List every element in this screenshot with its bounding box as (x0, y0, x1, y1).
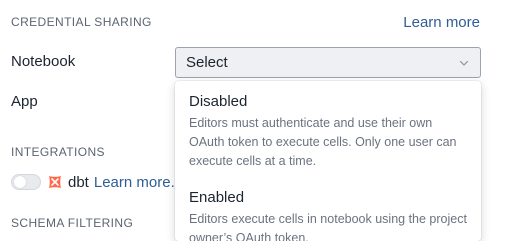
notebook-label: Notebook (11, 53, 76, 70)
notebook-credential-select[interactable]: Select (175, 47, 481, 78)
chevron-down-icon (458, 57, 470, 69)
dbt-learn-more-link[interactable]: Learn more. (94, 174, 175, 191)
section-heading-integrations: INTEGRATIONS (11, 145, 105, 159)
option-title: Enabled (189, 189, 245, 206)
section-heading-credential-sharing: CREDENTIAL SHARING (11, 15, 152, 29)
section-heading-schema-filtering: SCHEMA FILTERING (11, 216, 134, 230)
dbt-icon (47, 174, 63, 190)
option-enabled[interactable]: Enabled Editors execute cells in noteboo… (189, 188, 467, 241)
credential-dropdown-menu: Disabled Editors must authenticate and u… (175, 81, 481, 241)
dbt-toggle[interactable] (11, 174, 41, 190)
option-title: Disabled (189, 93, 248, 110)
toggle-knob (14, 176, 26, 188)
learn-more-link[interactable]: Learn more (403, 14, 480, 31)
app-label: App (11, 93, 38, 110)
dbt-name: dbt (68, 173, 89, 191)
select-value: Select (186, 54, 228, 71)
option-description: Editors execute cells in notebook using … (189, 212, 467, 241)
option-description: Editors must authenticate and use their … (189, 116, 457, 168)
dbt-integration-row: dbt Learn more. (11, 173, 175, 191)
option-disabled[interactable]: Disabled Editors must authenticate and u… (189, 92, 467, 171)
